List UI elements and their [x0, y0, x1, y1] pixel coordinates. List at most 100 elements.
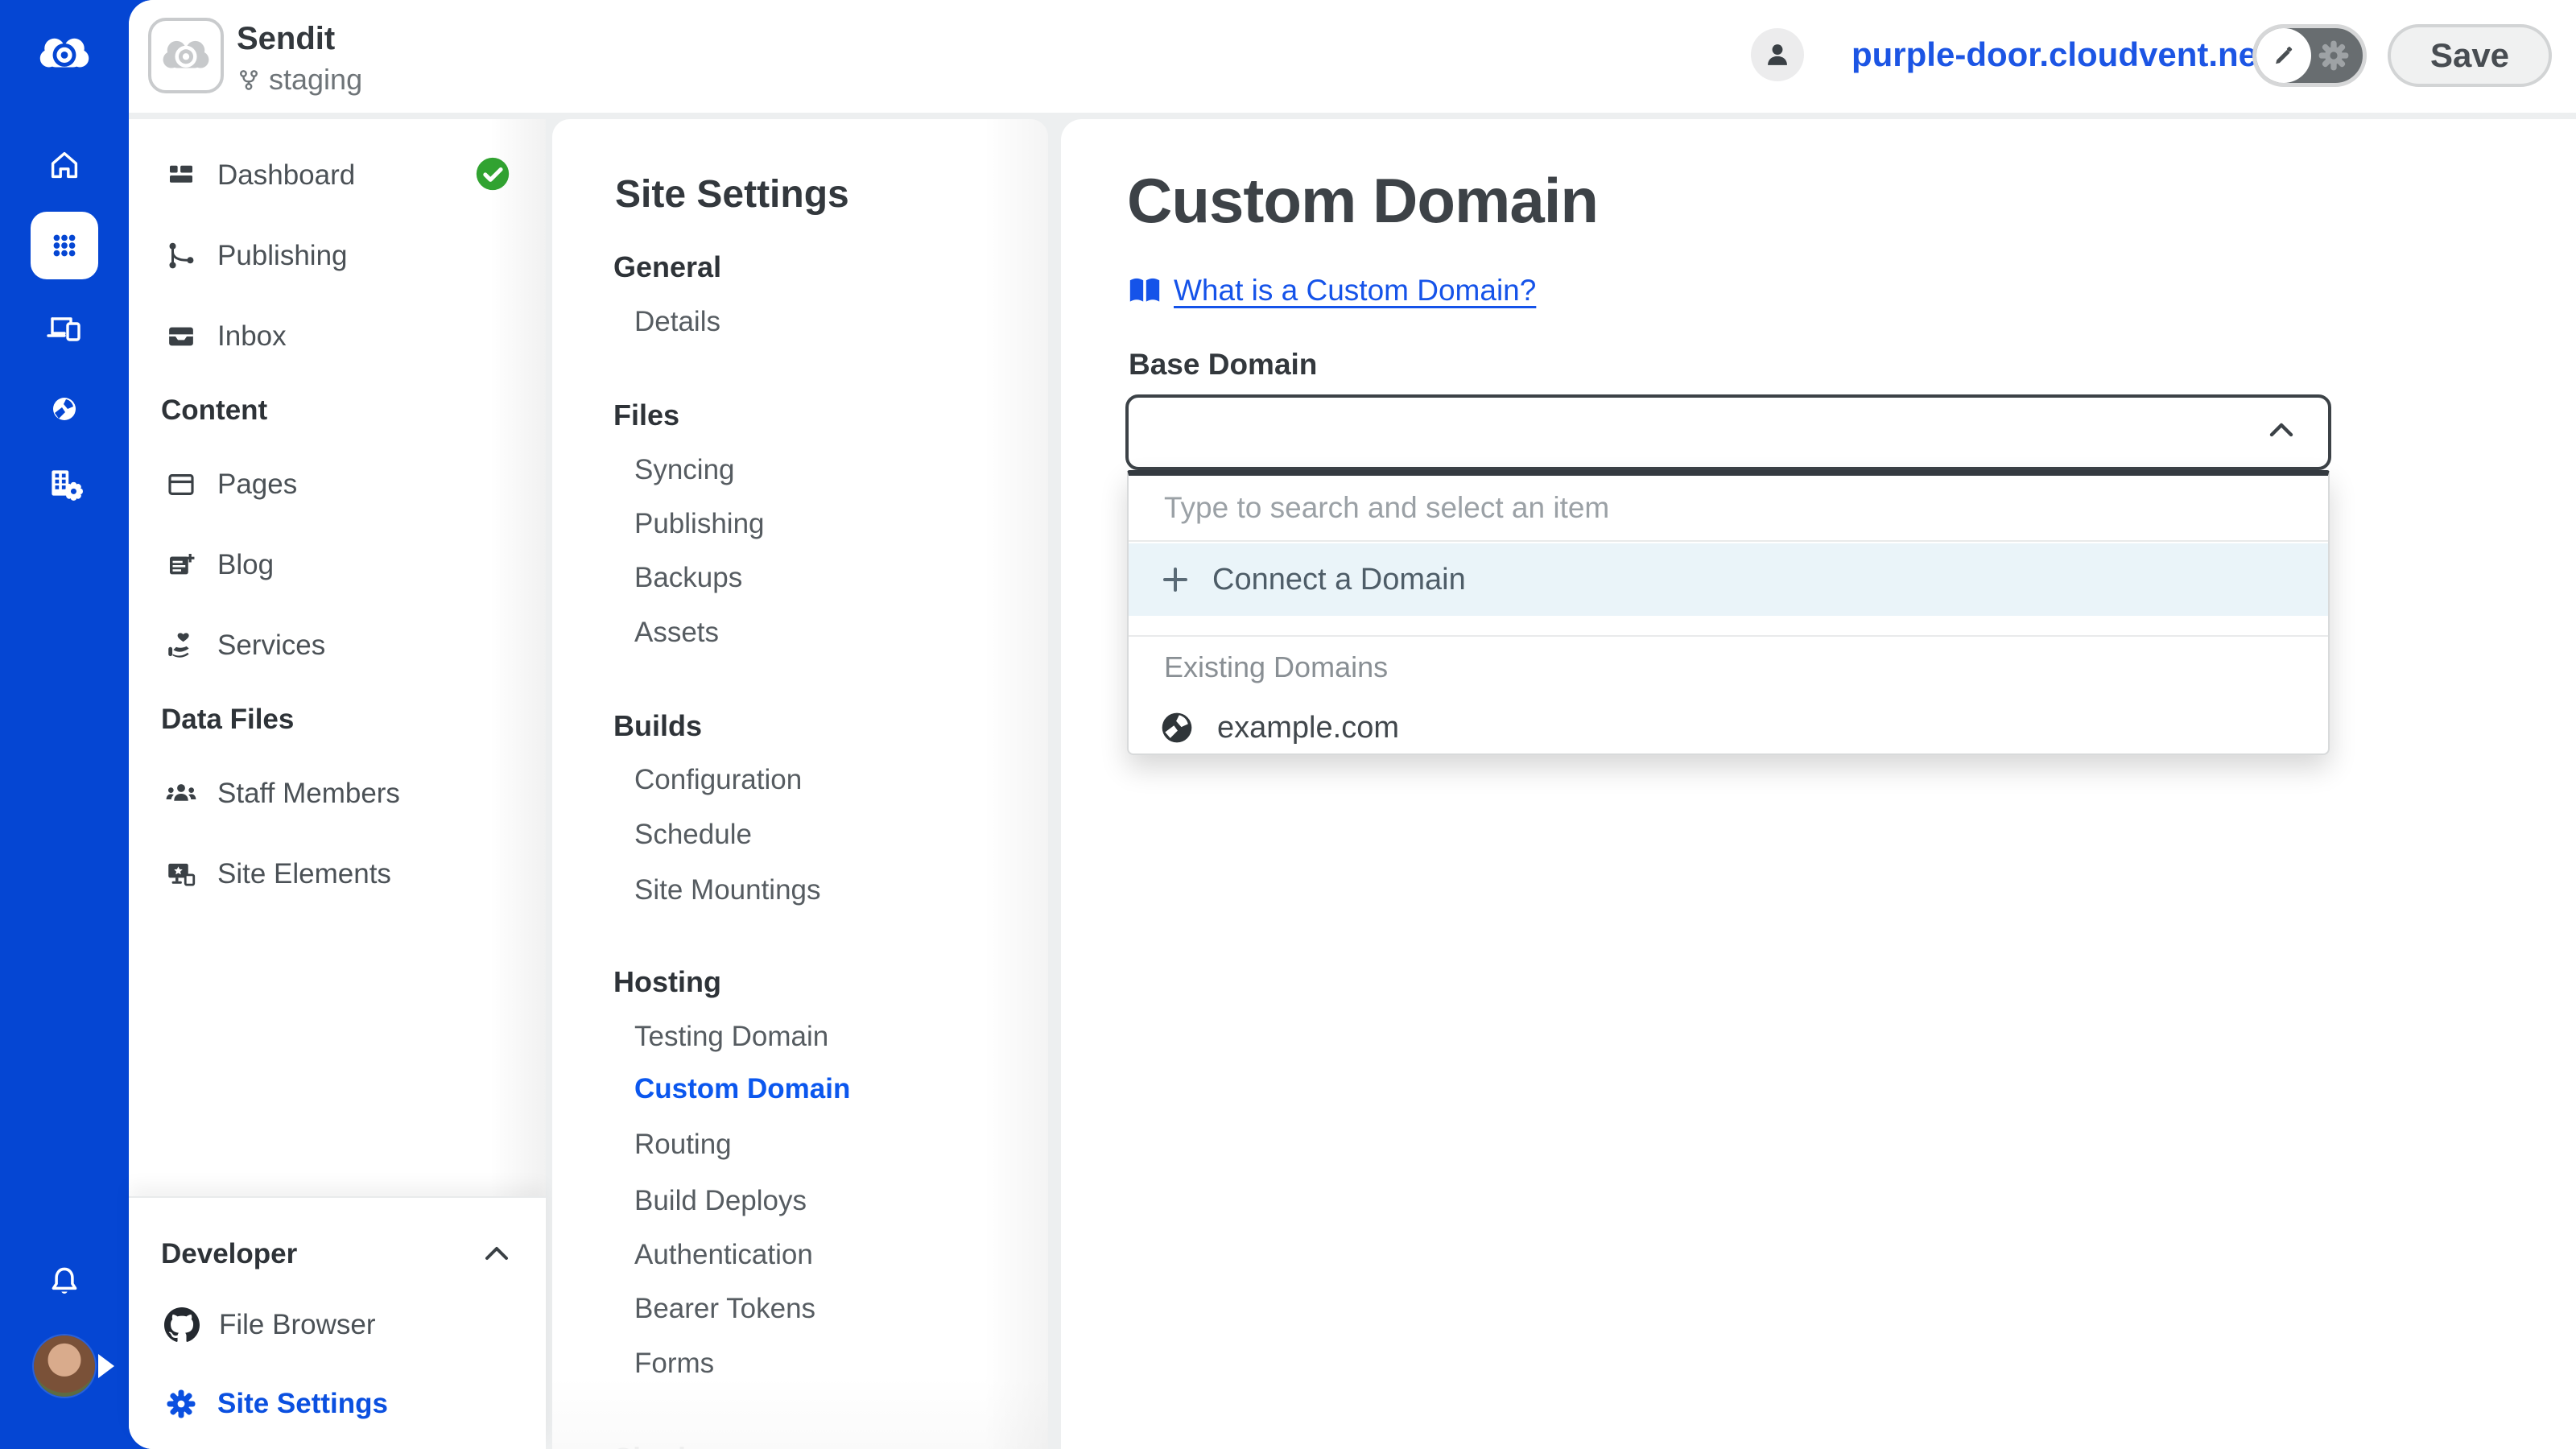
user-avatar[interactable] — [34, 1335, 95, 1397]
connect-a-domain-label: Connect a Domain — [1212, 563, 1466, 597]
domain-option-label: example.com — [1217, 711, 1399, 745]
base-domain-dropdown: Type to search and select an item Connec… — [1127, 470, 2330, 755]
environment-row: staging — [237, 63, 362, 97]
sidebar-item-inbox[interactable]: Inbox — [164, 316, 287, 357]
sidebar-item-label: File Browser — [219, 1309, 375, 1341]
main-content: Custom Domain What is a Custom Domain? B… — [1061, 119, 2576, 1449]
sidebar-item-file-browser[interactable]: File Browser — [164, 1304, 375, 1346]
settings-sidebar: Site Settings General Details Files Sync… — [552, 119, 1048, 1449]
devices-icon[interactable] — [0, 309, 129, 348]
sidebar-item-label: Blog — [217, 549, 274, 581]
organization-settings-icon[interactable] — [0, 464, 129, 504]
sidebar-item-blog[interactable]: Blog — [164, 544, 274, 586]
connect-a-domain-option[interactable]: Connect a Domain — [1129, 543, 2328, 616]
settings-item-site-mountings[interactable]: Site Mountings — [634, 869, 821, 911]
save-button[interactable]: Save — [2388, 24, 2552, 87]
settings-item-details[interactable]: Details — [634, 301, 720, 343]
settings-item-configuration[interactable]: Configuration — [634, 759, 802, 801]
people-icon — [164, 777, 198, 811]
page-title: Custom Domain — [1127, 164, 1598, 237]
expand-rail-arrow-icon[interactable] — [98, 1354, 114, 1378]
settings-group-sharing: Sharing — [613, 1438, 721, 1449]
help-link-row[interactable]: What is a Custom Domain? — [1129, 274, 1536, 308]
environment-label: staging — [269, 63, 362, 97]
app-rail — [0, 0, 129, 1449]
home-icon[interactable] — [0, 147, 129, 184]
site-elements-icon — [164, 857, 198, 891]
sidebar-item-services[interactable]: Services — [164, 625, 325, 667]
blog-icon — [164, 548, 198, 582]
sidebar-item-dashboard[interactable]: Dashboard — [164, 155, 355, 196]
settings-item-forms[interactable]: Forms — [634, 1343, 714, 1385]
site-name: Sendit — [237, 21, 335, 57]
sidebar-item-label: Staff Members — [217, 778, 400, 810]
edit-mode-knob — [2256, 28, 2311, 83]
site-logo-icon — [161, 31, 211, 80]
settings-item-build-deploys[interactable]: Build Deploys — [634, 1180, 807, 1222]
site-logo[interactable] — [148, 18, 224, 93]
cloudcannon-logo-icon — [38, 27, 91, 80]
gear-icon — [2316, 38, 2351, 73]
sidebar-item-site-elements[interactable]: Site Elements — [164, 853, 391, 895]
sidebar-item-label: Dashboard — [217, 159, 355, 192]
sidebar-item-site-settings[interactable]: Site Settings — [164, 1383, 388, 1425]
settings-item-schedule[interactable]: Schedule — [634, 814, 752, 856]
account-avatar[interactable] — [1751, 28, 1804, 81]
sidebar-item-pages[interactable]: Pages — [164, 464, 297, 506]
hand-heart-icon — [164, 629, 198, 663]
sidebar-section-data-files: Data Files — [161, 699, 294, 741]
git-branch-icon — [237, 68, 261, 92]
sidebar-section-content: Content — [161, 390, 267, 431]
sidebar-item-label: Pages — [217, 469, 297, 501]
github-icon — [164, 1307, 200, 1343]
chevron-up-icon[interactable] — [483, 1243, 510, 1264]
pencil-icon — [2268, 40, 2299, 71]
synced-check-badge — [475, 156, 510, 192]
sidebar-developer-section: Developer File Browser Si — [129, 1196, 546, 1449]
inbox-icon — [164, 320, 198, 353]
plus-icon — [1161, 565, 1190, 594]
app-surface: Sendit staging purple-door.cloudvent.net — [129, 0, 2576, 1449]
sidebar-item-label: Publishing — [217, 240, 348, 272]
base-domain-label: Base Domain — [1129, 348, 1317, 382]
sidebar-section-developer: Developer — [161, 1233, 297, 1275]
sidebar-item-label: Site Elements — [217, 858, 391, 890]
settings-group-files: Files — [613, 394, 679, 436]
existing-domains-group-label: Existing Domains — [1164, 646, 1388, 688]
settings-item-authentication[interactable]: Authentication — [634, 1234, 813, 1276]
settings-mode-gear — [2316, 38, 2351, 73]
dashboard-icon — [164, 159, 198, 192]
edit-settings-mode-toggle[interactable] — [2252, 24, 2367, 87]
settings-item-bearer-tokens[interactable]: Bearer Tokens — [634, 1288, 815, 1330]
domain-option-example-com[interactable]: example.com — [1129, 701, 2328, 754]
settings-group-hosting: Hosting — [613, 961, 721, 1003]
settings-item-publishing[interactable]: Publishing — [634, 503, 765, 545]
dropdown-search-input[interactable]: Type to search and select an item — [1129, 476, 2328, 542]
cloudcannon-logo[interactable] — [0, 27, 129, 80]
settings-item-custom-domain[interactable]: Custom Domain — [634, 1068, 850, 1110]
notifications-bell-icon[interactable] — [0, 1261, 129, 1301]
help-link-label: What is a Custom Domain? — [1174, 274, 1536, 308]
globe-icon — [1159, 710, 1195, 745]
app-header: Sendit staging purple-door.cloudvent.net — [129, 0, 2576, 113]
primary-sidebar: Dashboard Publishing Inbox Content — [129, 119, 546, 1449]
preview-url-link[interactable]: purple-door.cloudvent.net — [1852, 35, 2309, 74]
settings-nav-scroll-shadow — [984, 119, 1048, 1449]
settings-item-backups[interactable]: Backups — [634, 557, 742, 599]
gear-icon — [164, 1387, 198, 1421]
open-book-icon — [1129, 276, 1161, 305]
settings-item-assets[interactable]: Assets — [634, 612, 719, 654]
settings-item-syncing[interactable]: Syncing — [634, 449, 735, 491]
globe-icon[interactable] — [0, 390, 129, 428]
base-domain-select[interactable] — [1125, 394, 2331, 470]
sidebar-item-publishing[interactable]: Publishing — [164, 235, 348, 277]
apps-grid-icon[interactable] — [31, 212, 98, 279]
sidebar-item-label: Services — [217, 630, 325, 662]
person-icon — [1760, 37, 1795, 72]
preview-url-text: purple-door.cloudvent.net — [1852, 35, 2268, 74]
sidebar-item-staff-members[interactable]: Staff Members — [164, 773, 400, 815]
pages-icon — [164, 468, 198, 502]
sidebar-item-label: Inbox — [217, 320, 287, 353]
settings-item-testing-domain[interactable]: Testing Domain — [634, 1016, 828, 1058]
settings-item-routing[interactable]: Routing — [634, 1124, 732, 1166]
